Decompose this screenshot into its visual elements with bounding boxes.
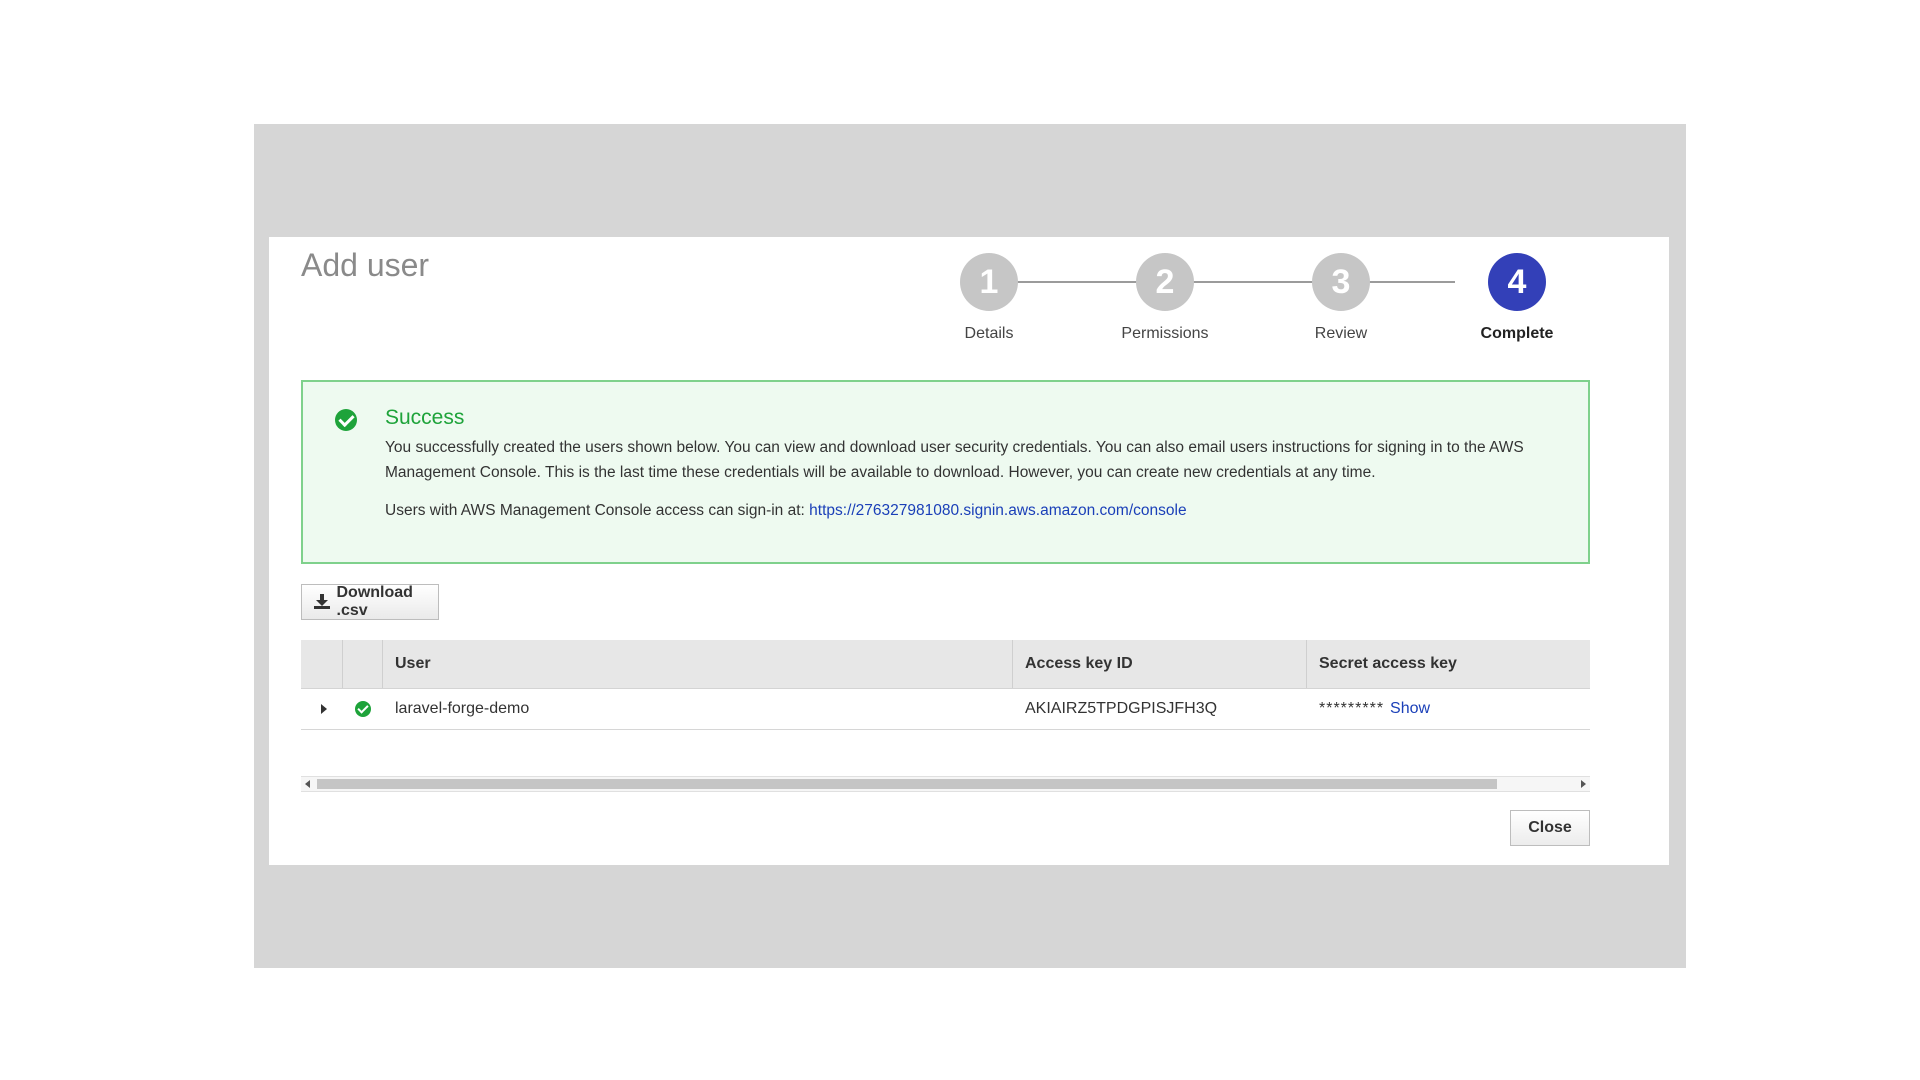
step-permissions[interactable]: 2 Permissions	[1105, 253, 1225, 343]
download-csv-button[interactable]: Download .csv	[301, 584, 439, 620]
expand-row-toggle[interactable]	[301, 689, 343, 729]
step-number-1: 1	[960, 253, 1018, 311]
table-header: User Access key ID Secret access key	[301, 640, 1590, 689]
cell-user: laravel-forge-demo	[395, 700, 530, 717]
add-user-modal: Add user 1 Details 2 Permissions 3 Revie…	[269, 237, 1669, 865]
signin-link[interactable]: https://276327981080.signin.aws.amazon.c…	[809, 502, 1186, 519]
signin-info: Users with AWS Management Console access…	[385, 502, 1187, 520]
scrollbar-thumb[interactable]	[317, 779, 1497, 789]
header-user[interactable]: User	[383, 640, 1013, 688]
step-number-3: 3	[1312, 253, 1370, 311]
alert-message: You successfully created the users shown…	[385, 439, 1524, 481]
secret-masked: *********	[1319, 700, 1385, 717]
wizard-stepper: 1 Details 2 Permissions 3 Review 4 Compl…	[929, 253, 1553, 353]
signin-prefix: Users with AWS Management Console access…	[385, 502, 805, 519]
page-title: Add user	[301, 247, 430, 283]
download-icon	[314, 594, 330, 610]
header-status-col	[343, 640, 383, 688]
step-label-details: Details	[964, 325, 1014, 342]
credentials-table: User Access key ID Secret access key lar…	[301, 640, 1590, 730]
step-label-permissions: Permissions	[1121, 325, 1209, 342]
step-label-complete: Complete	[1480, 325, 1554, 342]
header-access-key-id[interactable]: Access key ID	[1013, 640, 1307, 688]
step-complete: 4 Complete	[1457, 253, 1577, 343]
success-alert: Success You successfully created the use…	[301, 380, 1590, 564]
step-details[interactable]: 1 Details	[929, 253, 1049, 343]
check-circle-icon	[335, 409, 357, 431]
close-button[interactable]: Close	[1510, 810, 1590, 846]
header-expand-col	[301, 640, 343, 688]
cell-secret-access-key: ********* Show	[1307, 689, 1590, 729]
header-secret-access-key[interactable]: Secret access key	[1307, 640, 1590, 688]
caret-right-icon	[321, 704, 327, 714]
table-row: laravel-forge-demo AKIAIRZ5TPDGPISJFH3Q …	[301, 689, 1590, 730]
alert-title: Success	[385, 406, 465, 429]
check-circle-icon	[355, 701, 371, 717]
cell-access-key-id: AKIAIRZ5TPDGPISJFH3Q	[1025, 700, 1218, 717]
row-status-cell	[343, 689, 383, 729]
show-secret-link[interactable]: Show	[1390, 700, 1430, 718]
step-number-2: 2	[1136, 253, 1194, 311]
step-label-review: Review	[1314, 325, 1368, 342]
download-csv-label: Download .csv	[336, 584, 413, 619]
horizontal-scrollbar[interactable]	[301, 776, 1590, 792]
step-review[interactable]: 3 Review	[1281, 253, 1401, 343]
screen-backdrop: Add user 1 Details 2 Permissions 3 Revie…	[254, 124, 1686, 968]
scroll-left-icon[interactable]	[305, 780, 310, 788]
step-number-4: 4	[1488, 253, 1546, 311]
scroll-right-icon[interactable]	[1581, 780, 1586, 788]
